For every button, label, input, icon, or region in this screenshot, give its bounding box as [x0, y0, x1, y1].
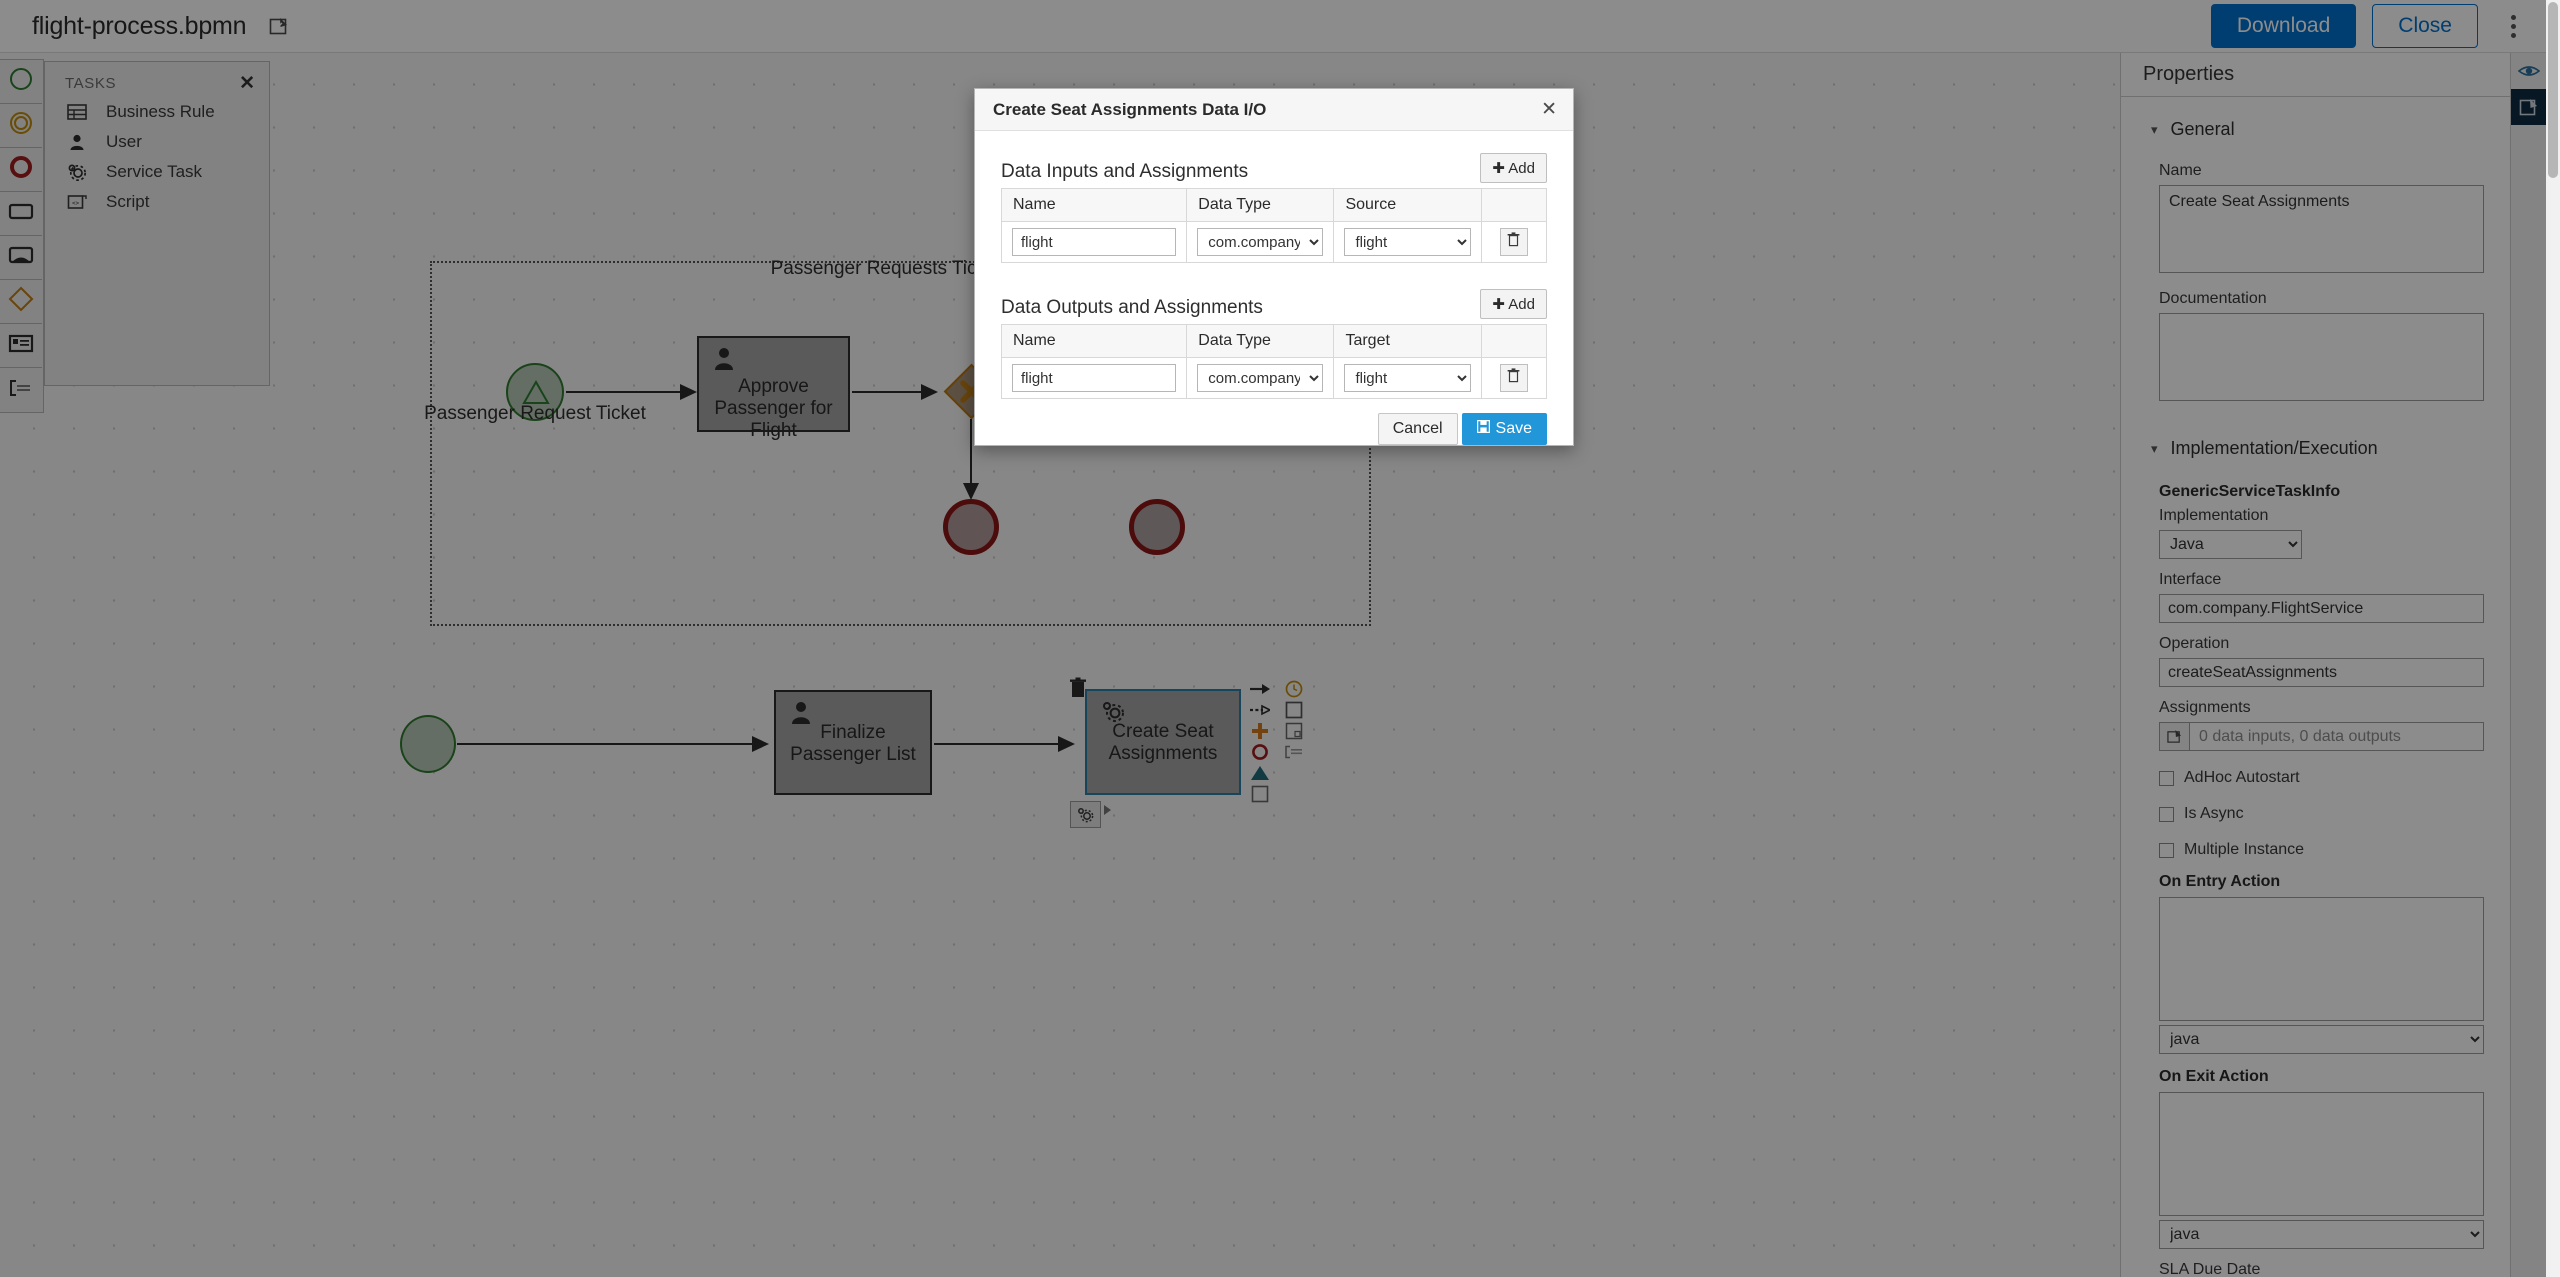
output-target-select[interactable]: flight [1344, 364, 1471, 392]
floppy-disk-icon [1476, 420, 1490, 438]
add-label: Add [1508, 296, 1535, 313]
table-row: com.company.Fligh flight [1000, 357, 1548, 399]
trash-icon [1507, 368, 1520, 388]
modal-body: Data Inputs and Assignments ✚ Add Name D… [975, 131, 1573, 399]
save-label: Save [1495, 420, 1532, 437]
column-actions [1480, 324, 1548, 358]
data-io-modal: Create Seat Assignments Data I/O ✕ Data … [974, 88, 1574, 446]
data-inputs-title: Data Inputs and Assignments [1001, 161, 1249, 182]
plus-icon: ✚ [1492, 296, 1505, 313]
output-data-type-select[interactable]: com.company.Fligh [1197, 364, 1324, 392]
input-name-field[interactable] [1012, 228, 1177, 256]
data-outputs-title: Data Outputs and Assignments [1001, 297, 1263, 318]
delete-input-row-button[interactable] [1499, 228, 1528, 256]
column-actions [1480, 188, 1548, 222]
close-x-icon[interactable]: ✕ [1541, 100, 1557, 119]
plus-icon: ✚ [1492, 160, 1505, 177]
column-name: Name [1000, 324, 1188, 358]
delete-output-row-button[interactable] [1499, 364, 1528, 392]
column-data-type: Data Type [1186, 324, 1335, 358]
window-scrollbar[interactable] [2546, 0, 2560, 1277]
modal-header: Create Seat Assignments Data I/O ✕ [975, 89, 1573, 131]
cancel-button[interactable]: Cancel [1377, 413, 1458, 445]
window-scrollbar-thumb[interactable] [2548, 2, 2558, 178]
modal-footer: Cancel Save [975, 399, 1573, 445]
data-outputs-table: Name Data Type Target com.company.Fligh … [1000, 324, 1548, 399]
input-data-type-select[interactable]: com.company.Fligh [1197, 228, 1324, 256]
modal-title: Create Seat Assignments Data I/O [993, 99, 1267, 119]
add-data-input-button[interactable]: ✚ Add [1480, 153, 1547, 183]
add-data-output-button[interactable]: ✚ Add [1480, 289, 1547, 319]
column-target: Target [1333, 324, 1482, 358]
table-row: com.company.Fligh flight [1000, 221, 1548, 263]
data-inputs-section-header: Data Inputs and Assignments ✚ Add [1001, 153, 1547, 183]
add-label: Add [1508, 160, 1535, 177]
output-name-field[interactable] [1012, 364, 1177, 392]
column-data-type: Data Type [1186, 188, 1335, 222]
input-source-select[interactable]: flight [1344, 228, 1471, 256]
save-button[interactable]: Save [1461, 413, 1547, 445]
data-outputs-section-header: Data Outputs and Assignments ✚ Add [1001, 289, 1547, 319]
column-source: Source [1333, 188, 1482, 222]
column-name: Name [1000, 188, 1188, 222]
table-header-row: Name Data Type Target [1000, 324, 1548, 358]
trash-icon [1507, 232, 1520, 252]
data-inputs-table: Name Data Type Source com.company.Fligh … [1000, 188, 1548, 263]
table-header-row: Name Data Type Source [1000, 188, 1548, 222]
